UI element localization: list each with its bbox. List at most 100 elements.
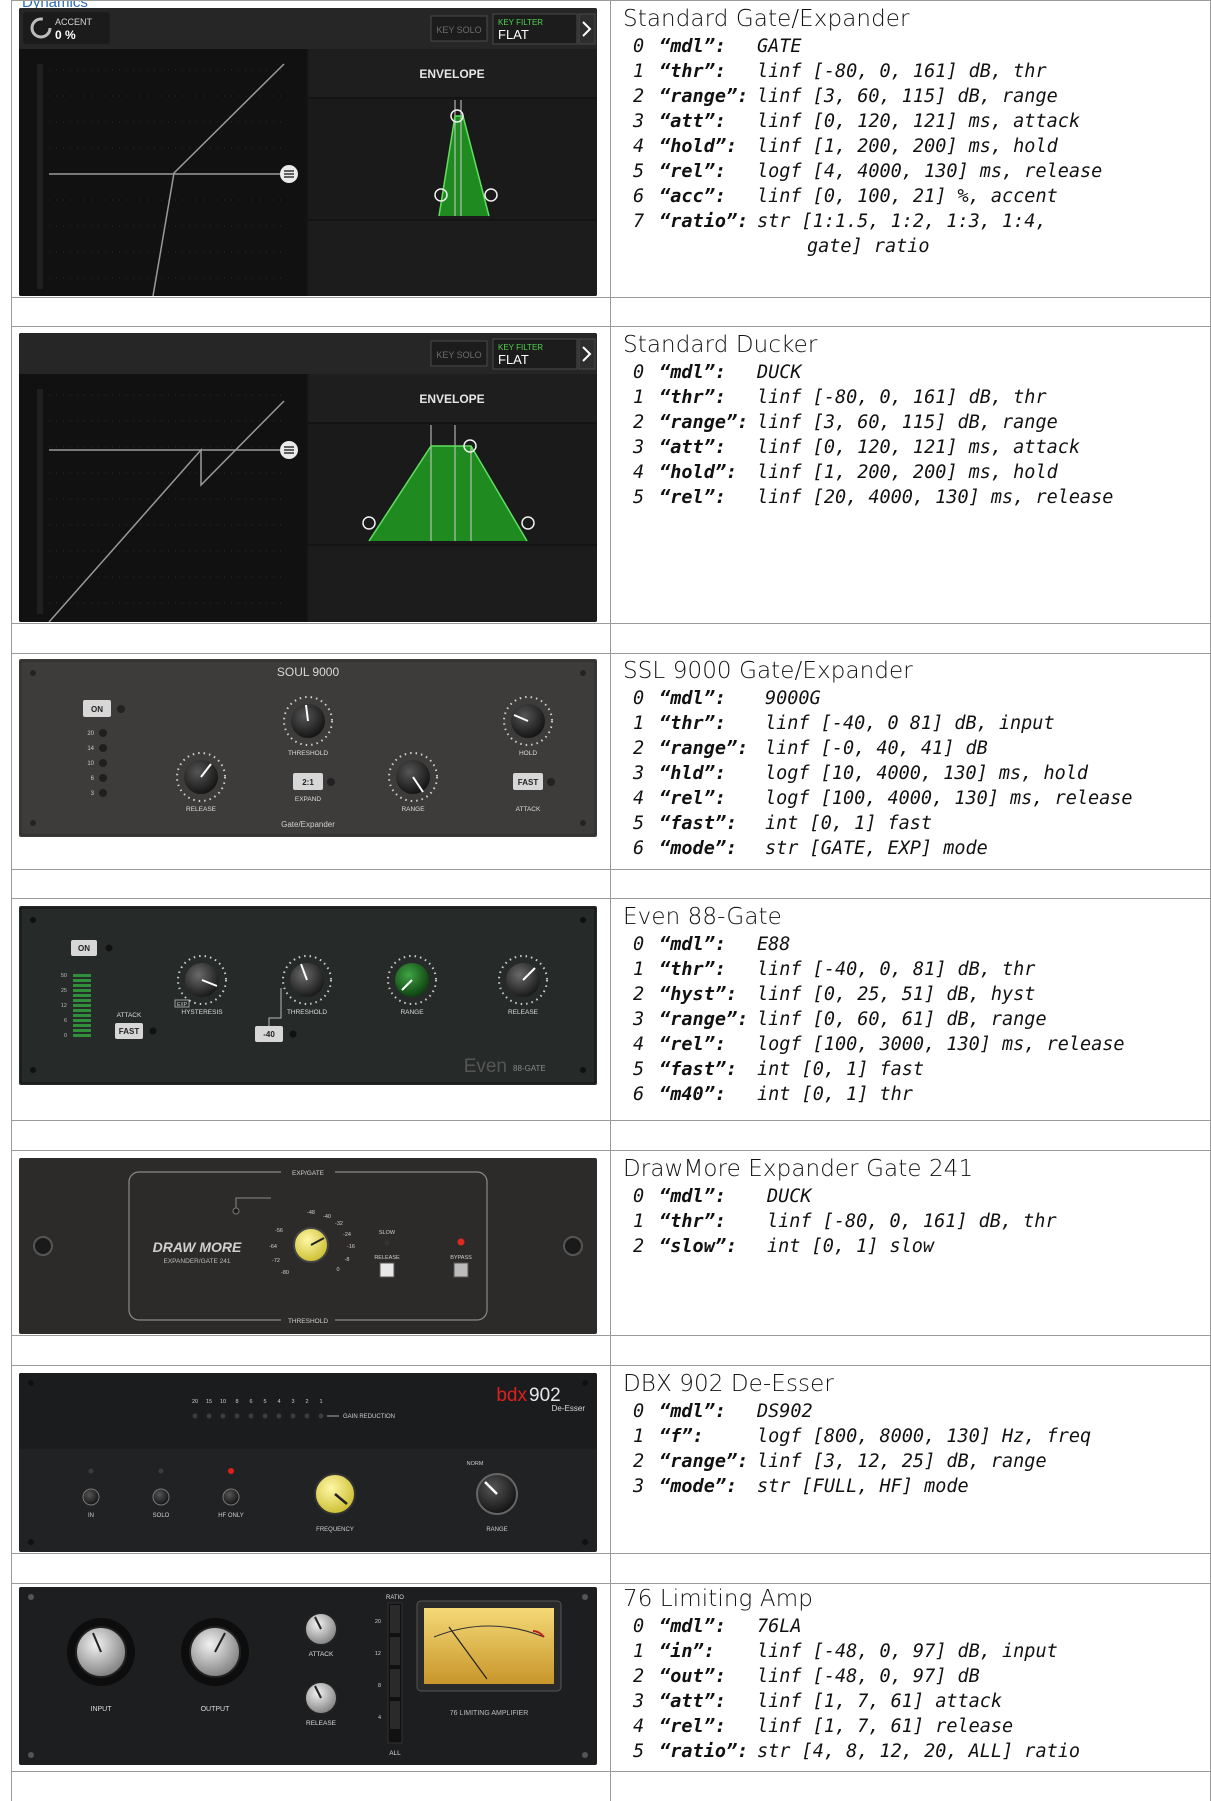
gr-label: 4 [277,1399,280,1405]
even-brand: Even [464,1056,507,1077]
table-border [11,0,1211,1]
param-index: 2 [633,1236,645,1257]
threshold-knob[interactable] [293,1227,329,1263]
param-line: 1 “f”: logf [800, 8000, 130] Hz, freq [633,1424,1211,1449]
ratio-button-8[interactable] [390,1669,400,1697]
on-button[interactable]: ON [91,705,103,714]
fast-button[interactable]: FAST [119,1027,140,1036]
gr-label: 1 [319,1399,322,1405]
param-key: “fast”: [659,1059,738,1080]
input-knob[interactable] [75,1626,127,1678]
gr-label: 15 [206,1399,212,1405]
param-value: linf [0, 60, 61] dB, range [757,1009,1047,1030]
table-border [11,869,1211,870]
param-key: “mdl”: [659,362,726,383]
param-value: logf [800, 8000, 130] Hz, freq [757,1426,1092,1447]
param-index: 4 [633,1034,645,1055]
ratio-button-12[interactable] [390,1637,400,1665]
param-key: “thr”: [659,1211,726,1232]
param-value: logf [100, 4000, 130] ms, release [765,788,1133,809]
key-filter-value[interactable]: FLAT [498,27,529,42]
param-line: 2 “out”: linf [-48, 0, 97] dB [633,1664,1211,1689]
table-border [610,0,611,1801]
key-filter-label: KEY FILTER [498,18,543,27]
release-knob[interactable] [304,1681,338,1715]
scale-label: -32 [335,1221,343,1227]
output-knob[interactable] [189,1626,241,1678]
scale-label: -16 [347,1244,355,1250]
param-key: “att”: [659,111,726,132]
frequency-knob[interactable] [314,1473,356,1515]
hf-only-button[interactable] [222,1488,240,1506]
meter-label: 6 [64,1018,67,1024]
minus40-button[interactable]: -40 [263,1030,275,1039]
plugin-screenshot-76la: INPUT OUTPUT ATTACK RELEASE RATIO 20 12 … [19,1587,597,1765]
param-index: 2 [633,738,645,759]
param-value: linf [-48, 0, 97] dB [757,1666,980,1687]
solo-button[interactable] [152,1488,170,1506]
param-index: 1 [633,61,645,82]
param-index: 0 [633,362,645,383]
param-key: “f”: [659,1426,704,1447]
plugin-params-drawmore: DrawMore Expander Gate 241 0 “mdl”: DUCK 1… [623,1154,1211,1259]
accent-label: ACCENT [55,17,93,27]
param-value: str [4, 8, 12, 20, ALL] ratio [757,1741,1081,1762]
envelope-label: ENVELOPE [419,67,484,81]
param-line: 0 “mdl”: 9000G [633,686,1211,711]
param-index: 6 [633,1084,645,1105]
param-line: 0 “mdl”: DS902 [633,1399,1211,1424]
key-filter-value[interactable]: FLAT [498,352,529,367]
param-index: 3 [633,763,645,784]
param-key: “slow”: [659,1236,738,1257]
envelope-label: ENVELOPE [419,392,484,406]
plugin-params-ducker: Standard Ducker 0 “mdl”: DUCK 1 “thr”: linf… [623,330,1211,510]
bypass-button[interactable] [453,1262,469,1278]
param-line: 4 “rel”: logf [100, 3000, 130] ms, releas… [633,1032,1211,1057]
key-solo-button[interactable]: KEY SOLO [436,25,481,35]
ratio-button-20[interactable] [390,1605,400,1633]
fast-button[interactable]: FAST [518,778,539,787]
in-label: IN [88,1513,94,1519]
param-index: 0 [633,688,645,709]
bypass-label: BYPASS [450,1255,472,1261]
gain-reduction-label: GAIN REDUCTION [343,1414,395,1420]
param-line: 1 “thr”: linf [-40, 0, 81] dB, thr [633,957,1211,982]
param-value: linf [3, 60, 115] dB, range [757,412,1058,433]
in-button[interactable] [82,1488,100,1506]
param-key: “m40”: [659,1084,726,1105]
attack-knob[interactable] [304,1612,338,1646]
param-key: “range”: [659,738,749,759]
param-index: 4 [633,1716,645,1737]
range-knob[interactable] [476,1473,518,1515]
ratio-button-4[interactable] [390,1701,400,1729]
param-value: linf [1, 7, 61] release [757,1716,1014,1737]
param-value: GATE [757,36,802,57]
hf-only-label: HF ONLY [218,1513,244,1519]
param-line: 0 “mdl”: DUCK [633,1184,1211,1209]
76la-footer: 76 LIMITING AMPLIFIER [450,1710,529,1717]
param-key: “rel”: [659,161,726,182]
ratio-button[interactable]: 2:1 [302,778,314,787]
gr-label: 8 [235,1399,238,1405]
param-line: 1 “thr”: linf [-80, 0, 161] dB, thr [633,1209,1211,1234]
key-solo-button[interactable]: KEY SOLO [436,350,481,360]
threshold-label: THRESHOLD [288,750,328,757]
param-line: 5 “rel”: linf [20, 4000, 130] ms, release [633,485,1211,510]
on-button[interactable]: ON [78,944,90,953]
param-key: “mdl”: [659,1616,726,1637]
meter-label: 50 [61,973,67,979]
param-value: linf [3, 12, 25] dB, range [757,1451,1047,1472]
table-border [11,1771,1211,1772]
gr-label: 3 [291,1399,294,1405]
param-value: int [0, 1] slow [767,1236,935,1257]
plugin-title: DBX 902 De-Esser [623,1371,834,1397]
release-button[interactable] [379,1262,395,1278]
param-key: “rel”: [659,788,726,809]
plugin-screenshot-ducker: KEY SOLO KEY FILTER FLAT ENVELOPE [19,333,597,622]
plugin-title: 76 Limiting Amp [623,1586,813,1612]
param-line: 4 “rel”: logf [100, 4000, 130] ms, releas… [633,786,1211,811]
param-index: 2 [633,1451,645,1472]
hysteresis-label: HYSTERESIS [181,1009,223,1016]
param-index: 0 [633,36,645,57]
param-line: 4 “rel”: linf [1, 7, 61] release [633,1714,1211,1739]
